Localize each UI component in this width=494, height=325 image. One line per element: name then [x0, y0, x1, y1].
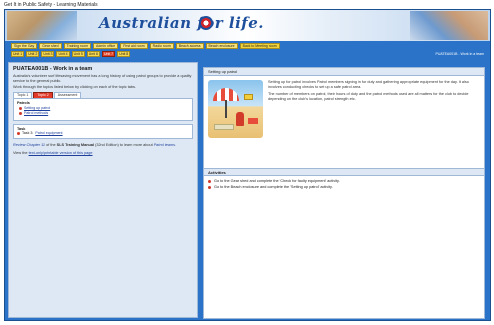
- bullet-icon: [208, 185, 211, 189]
- unit-8-button[interactable]: Unit 8: [117, 51, 131, 57]
- content-paragraph-2: The number of members on patrol, their h…: [268, 92, 469, 101]
- nav-radio-room-button[interactable]: Radio room: [149, 43, 174, 49]
- unit-intro-text: Australia's volunteer surf lifesaving mo…: [13, 74, 192, 83]
- unit-overview-panel: PUATEA001B - Work in a team Australia's …: [8, 62, 198, 318]
- nav-training-room-button[interactable]: Training room: [63, 43, 92, 49]
- content-paragraph-1: Setting up for patrol involves Patrol me…: [268, 80, 469, 89]
- ref-prefix: Review: [13, 142, 26, 147]
- list-item: Go to the Beach enclosure and complete t…: [208, 184, 480, 190]
- sls-emblem-icon: [199, 16, 213, 30]
- activities-section: Go to the Gear shed and complete the 'Ch…: [204, 176, 484, 192]
- task-list: Task 3: Patrol equipment: [17, 131, 189, 136]
- unit-instruction-text: Work through the topics listed below by …: [13, 85, 136, 90]
- bullet-icon: [17, 131, 20, 135]
- unit-3-button[interactable]: Unit 3: [41, 51, 55, 57]
- flag-icon: [248, 118, 258, 124]
- tab-assessment[interactable]: Assessment: [53, 91, 82, 98]
- unit-nav: Unit 1 Unit 2 Unit 3 Unit 4 Unit 5 Unit …: [11, 51, 131, 57]
- unit-heading: PUATEA001B - Work in a team: [13, 66, 93, 72]
- ref-edition: (32nd Edition) to learn more about: [95, 142, 153, 147]
- topic-content-panel: Setting up patrol Setting up for patrol …: [203, 67, 485, 319]
- brand-logo: Australian for life.: [99, 14, 264, 32]
- banner: Australian for life.: [5, 10, 490, 41]
- topic-list: Setting up patrol Patrol methods: [19, 106, 189, 116]
- reference-note: Review Chapter 11 of the SLS Training Ma…: [13, 143, 193, 148]
- bullet-icon: [19, 106, 22, 110]
- printable-note: View the text-only/printable version of …: [13, 151, 193, 156]
- nav-beach-enclosure-button[interactable]: Beach enclosure: [205, 43, 238, 49]
- patrols-section-title: Patrols: [17, 100, 30, 105]
- note-prefix: View the: [13, 151, 28, 156]
- task-box: Task Task 3: Patrol equipment: [13, 123, 193, 139]
- topic-link-patrol-methods[interactable]: Patrol methods: [24, 111, 48, 116]
- lifesaver-photo-image: [410, 11, 488, 40]
- list-item: Task 3: Patrol equipment: [17, 131, 189, 136]
- ref-end: Patrol teams.: [153, 142, 177, 147]
- printable-version-link[interactable]: text-only/printable version of this page: [29, 151, 93, 155]
- towel-shape: [214, 124, 234, 130]
- ref-manual: SLS Training Manual: [56, 142, 94, 147]
- umbrella-pole: [225, 100, 227, 118]
- ref-chapter: Chapter 11: [26, 142, 46, 147]
- nav-sign-the-gay-button[interactable]: Sign the Gay: [11, 43, 38, 49]
- location-nav: Sign the Gay Gear shed Training room Adm…: [11, 43, 280, 49]
- nav-first-aid-room-button[interactable]: First aid room: [120, 43, 148, 49]
- content-body: Setting up for patrol involves Patrol me…: [204, 76, 484, 168]
- list-item: Patrol methods: [19, 111, 189, 116]
- activity-beach-enclosure: Go to the Beach enclosure and complete t…: [214, 185, 333, 189]
- content-text: Setting up for patrol involves Patrol me…: [268, 80, 480, 104]
- nav-back-to-meeting-room-button[interactable]: Back to Meeting room: [239, 43, 280, 49]
- bullet-icon: [19, 111, 22, 115]
- course-code-label: PUATEA001B - Work in a team: [435, 52, 485, 56]
- unit-5-button[interactable]: Unit 5: [71, 51, 85, 57]
- app-frame: Australian for life. Sign the Gay Gear s…: [4, 9, 491, 321]
- unit-2-button[interactable]: Unit 2: [26, 51, 40, 57]
- ref-mid: of the: [46, 142, 56, 147]
- window-title: Get It in Public Safety - Learning Mater…: [4, 2, 98, 8]
- flag-icon: [244, 94, 253, 100]
- tab-topic-2[interactable]: Topic 2: [33, 91, 53, 98]
- beach-patrol-illustration: [208, 80, 263, 138]
- lifesaver-figure: [236, 112, 244, 126]
- unit-7-button[interactable]: Unit 7: [101, 51, 116, 57]
- task-link-patrol-equipment[interactable]: Patrol equipment: [35, 131, 62, 136]
- navigation-bar: Sign the Gay Gear shed Training room Adm…: [5, 41, 490, 59]
- unit-1-button[interactable]: Unit 1: [11, 51, 25, 57]
- tab-topic-1[interactable]: Topic 1: [13, 91, 33, 98]
- task-prefix: Task 3:: [22, 130, 34, 135]
- bullet-icon: [208, 179, 211, 183]
- section-title: Setting up patrol: [204, 68, 484, 76]
- activities-title: Activities: [204, 168, 484, 176]
- beach-photo-image: [7, 11, 77, 40]
- topic-list-box: Patrols Setting up patrol Patrol methods: [13, 97, 193, 121]
- nav-admin-office-button[interactable]: Admin office: [93, 43, 119, 49]
- activities-list: Go to the Gear shed and complete the 'Ch…: [204, 176, 484, 192]
- unit-6-button[interactable]: Unit 6: [86, 51, 100, 57]
- nav-beach-access-button[interactable]: Beach access: [175, 43, 204, 49]
- unit-4-button[interactable]: Unit 4: [56, 51, 70, 57]
- nav-gear-shed-button[interactable]: Gear shed: [39, 43, 62, 49]
